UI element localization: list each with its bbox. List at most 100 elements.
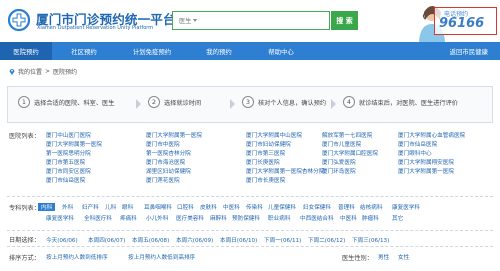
- hospital-link[interactable]: 第一医院思明分院: [46, 149, 91, 157]
- step-1: 1 选择合适的医院、科室、医生: [18, 96, 114, 108]
- department-link[interactable]: 儿科: [105, 203, 116, 211]
- chevron-down-icon: [193, 19, 198, 22]
- department-link[interactable]: 内科: [38, 203, 56, 211]
- date-option[interactable]: 本周五(06/08): [132, 236, 169, 244]
- department-link[interactable]: 肿瘤科: [362, 214, 379, 222]
- step-text: 选择就诊时间: [164, 99, 202, 107]
- department-link[interactable]: 全科医疗科: [84, 214, 112, 222]
- hospital-link[interactable]: 厦门大学附属中山医院: [246, 131, 302, 139]
- date-option[interactable]: 今天(06/06): [46, 236, 78, 244]
- department-link[interactable]: 普理科: [338, 203, 355, 211]
- department-link[interactable]: 中医科: [223, 203, 240, 211]
- hospital-link[interactable]: 厦门市仙岳医院: [46, 176, 85, 184]
- department-link[interactable]: 皮肤科: [200, 203, 217, 211]
- department-link[interactable]: 外科: [62, 203, 73, 211]
- department-link[interactable]: 耳鼻咽喉科: [144, 203, 172, 211]
- step-text: 选择合适的医院、科室、医生: [34, 99, 115, 107]
- sort-label: 排序方式：: [9, 255, 40, 262]
- hospital-link[interactable]: 厦门大学附属第一医院: [46, 140, 102, 148]
- hospital-link[interactable]: 厦门市儿童医院: [322, 140, 361, 148]
- step-number: 1: [18, 96, 30, 108]
- search-button[interactable]: 搜 索: [331, 11, 358, 30]
- hospital-link[interactable]: 厦门中山医门医院: [46, 131, 91, 139]
- department-link[interactable]: 职业病科: [268, 214, 290, 222]
- department-link[interactable]: 麻醉科: [210, 214, 227, 222]
- department-link[interactable]: 中西医结合科: [300, 214, 334, 222]
- department-link[interactable]: 疼痛科: [120, 214, 137, 222]
- date-option[interactable]: 本周日(06/10): [220, 236, 257, 244]
- hospital-link[interactable]: 厦门莲花医院: [146, 176, 180, 184]
- hospital-link[interactable]: 厦门大学附属第一医院杏林分院: [246, 167, 324, 175]
- sort-option-desc[interactable]: 按上月预约人数到低排序: [46, 253, 108, 261]
- nav-my-bookings[interactable]: 我的预约: [188, 42, 250, 60]
- step-number: 3: [242, 96, 254, 108]
- date-option[interactable]: 下周二(06/12): [308, 236, 345, 244]
- date-option[interactable]: 本周四(06/07): [88, 236, 125, 244]
- hospital-link[interactable]: 第一医院杏林分院: [146, 149, 191, 157]
- department-link[interactable]: 传染科: [246, 203, 263, 211]
- hospital-link[interactable]: 湖里区妇幼保健院: [146, 167, 191, 175]
- department-link[interactable]: 康复医学科: [392, 203, 420, 211]
- nav-back-health-link[interactable]: 返回市民健康: [450, 42, 488, 60]
- date-option[interactable]: 本周六(06/09): [176, 236, 213, 244]
- department-link[interactable]: 儿童保健科: [268, 203, 296, 211]
- hospital-link[interactable]: 解放军第一七四医院: [322, 131, 372, 139]
- date-select-label: 日期选择：: [9, 237, 40, 244]
- divider: [7, 246, 493, 247]
- hospital-link[interactable]: 厦门弘爱医院: [322, 158, 356, 166]
- date-option[interactable]: 下周三(06/13): [352, 236, 389, 244]
- divider: [7, 230, 493, 231]
- search-input[interactable]: [201, 13, 329, 28]
- hospital-link[interactable]: 厦门眼科中心: [398, 149, 432, 157]
- department-link[interactable]: 口腔科: [177, 203, 194, 211]
- hotline-banner: 电话预约 96166: [416, 0, 500, 42]
- hospital-link[interactable]: 厦门市第三医院: [246, 149, 285, 157]
- step-arrow-icon: [331, 99, 336, 109]
- nav-help-center[interactable]: 帮助中心: [250, 42, 312, 60]
- hospital-link[interactable]: 厦门大学附属心血管病医院: [398, 131, 465, 139]
- hospital-link[interactable]: 厦门市中医院: [146, 140, 180, 148]
- hospital-link[interactable]: 厦门市长庚医院: [246, 176, 285, 184]
- hospital-link[interactable]: 厦门市第五医院: [46, 158, 85, 166]
- sort-option-asc[interactable]: 按上月预约人数低到高排序: [128, 253, 195, 261]
- department-link[interactable]: 预防保健科: [232, 214, 260, 222]
- step-4: 4 就诊结束后，对医院、医生进行评价: [343, 96, 458, 108]
- department-list-label: 专科列表：: [9, 205, 40, 212]
- booking-steps: 1 选择合适的医院、科室、医生 2 选择就诊时间 3 核对个人信息，确认预约 4…: [7, 86, 493, 123]
- hospital-link[interactable]: 厦门大学附属翔安医院: [398, 158, 454, 166]
- nav-immunization-booking[interactable]: 计划免疫预约: [116, 42, 188, 60]
- hospital-link[interactable]: 厦门大学附属第一医院: [398, 167, 454, 175]
- step-text: 核对个人信息，确认预约: [258, 99, 327, 107]
- logo-icon: [8, 9, 30, 31]
- department-link[interactable]: 小儿外科: [146, 214, 168, 222]
- department-link[interactable]: 其它: [392, 214, 403, 222]
- date-option[interactable]: 下周一(06/11): [264, 236, 301, 244]
- department-link[interactable]: 结核病科: [360, 203, 382, 211]
- department-link[interactable]: 中医科: [340, 214, 357, 222]
- department-link[interactable]: 眼科: [122, 203, 133, 211]
- step-text: 就诊结束后，对医院、医生进行评价: [359, 99, 458, 107]
- department-link[interactable]: 妇产科: [82, 203, 99, 211]
- hospital-link[interactable]: 厦门大学附属口腔医院: [322, 149, 378, 157]
- hospital-link[interactable]: 厦门大学附属第一医院: [146, 131, 202, 139]
- hospital-link[interactable]: 厦门市海沧医院: [146, 158, 185, 166]
- nav-community-booking[interactable]: 社区预约: [52, 42, 116, 60]
- gender-option-female[interactable]: 女性: [398, 253, 409, 261]
- step-number: 4: [343, 96, 355, 108]
- search-type-select[interactable]: 医生: [173, 16, 201, 25]
- department-link[interactable]: 妇女保健科: [303, 203, 331, 211]
- step-number: 2: [148, 96, 160, 108]
- hotline-number: 96166: [439, 16, 485, 31]
- breadcrumb-current[interactable]: 医院预约: [53, 67, 77, 76]
- breadcrumb-separator: >: [45, 68, 51, 75]
- hospital-link[interactable]: 厦门长庚医院: [246, 158, 280, 166]
- department-link[interactable]: 医疗美容科: [176, 214, 204, 222]
- nav-hospital-booking[interactable]: 医院预约: [0, 42, 52, 60]
- hospital-link[interactable]: 厦门市同安区医院: [46, 167, 91, 175]
- hospital-link[interactable]: 厦门市妇幼保健院: [246, 140, 291, 148]
- gender-option-male[interactable]: 男性: [378, 253, 389, 261]
- hospital-link[interactable]: 厦门环岛医院: [322, 167, 356, 175]
- location-pin-icon: [9, 69, 15, 75]
- department-link[interactable]: 康复医学科: [46, 214, 74, 222]
- hospital-link[interactable]: 厦门市仙岳医院: [398, 140, 437, 148]
